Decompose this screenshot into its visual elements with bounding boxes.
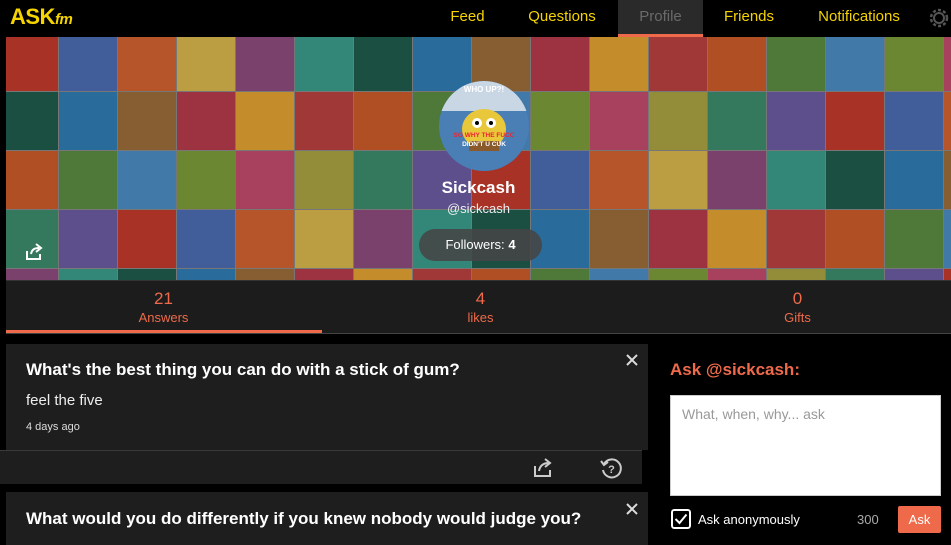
nav-feed[interactable]: Feed xyxy=(435,0,500,37)
avatar-text-mid: SO WHY THE FUCC xyxy=(454,132,515,139)
nav-notifications[interactable]: Notifications xyxy=(805,0,913,37)
stat-gifts-value: 0 xyxy=(792,289,803,308)
ask-button[interactable]: Ask xyxy=(898,506,941,533)
nav-friends[interactable]: Friends xyxy=(713,0,785,37)
profile-cover: WHO UP?! SO WHY THE FUCC DIDN'T U CUK Si… xyxy=(6,37,951,280)
answer-text: feel the five xyxy=(26,392,103,409)
followers-label: Followers: xyxy=(445,237,505,252)
avatar-text-low: DIDN'T U CUK xyxy=(462,141,506,148)
stat-answers-label: Answers xyxy=(138,310,189,325)
char-counter: 300 xyxy=(857,512,879,527)
followers-pill[interactable]: Followers: 4 xyxy=(419,229,542,261)
profile-stats: 21 Answers 4 likes 0 Gifts xyxy=(6,280,951,334)
reask-icon[interactable]: ? xyxy=(599,456,623,480)
avatar-text-top: WHO UP?! xyxy=(464,85,504,94)
stat-gifts[interactable]: 0 Gifts xyxy=(640,281,951,333)
logo-sub: fm xyxy=(54,11,73,28)
svg-text:?: ? xyxy=(608,464,615,476)
question-text[interactable]: What would you do differently if you kne… xyxy=(26,509,581,529)
avatar[interactable]: WHO UP?! SO WHY THE FUCC DIDN'T U CUK xyxy=(439,81,529,171)
profile-handle: @sickcash xyxy=(446,201,511,216)
nav-questions[interactable]: Questions xyxy=(517,0,607,37)
selected-stat-underline xyxy=(6,330,322,333)
askfm-logo[interactable]: ASKfm xyxy=(10,4,73,30)
question-card-actions: ? xyxy=(0,450,642,484)
avatar-image: WHO UP?! SO WHY THE FUCC DIDN'T U CUK xyxy=(439,81,529,171)
question-card: What would you do differently if you kne… xyxy=(6,492,648,545)
anonymous-checkbox[interactable] xyxy=(671,509,691,529)
stat-likes-value: 4 xyxy=(475,289,486,308)
top-nav-bar: ASKfm Feed Questions Profile Friends Not… xyxy=(0,0,951,37)
stat-answers[interactable]: 21 Answers xyxy=(6,281,321,333)
nav-profile[interactable]: Profile xyxy=(618,0,703,37)
stat-gifts-label: Gifts xyxy=(784,310,811,325)
question-text[interactable]: What's the best thing you can do with a … xyxy=(26,360,460,380)
followers-count: 4 xyxy=(508,237,516,252)
ask-title: Ask @sickcash: xyxy=(670,360,800,379)
profile-name: Sickcash xyxy=(441,178,516,197)
answer-time[interactable]: 4 days ago xyxy=(26,421,80,433)
stat-likes-label: likes xyxy=(467,310,494,325)
ask-question-input[interactable] xyxy=(670,395,941,496)
share-icon[interactable] xyxy=(531,456,555,480)
close-icon[interactable] xyxy=(625,502,639,516)
anonymous-label[interactable]: Ask anonymously xyxy=(698,512,800,527)
stat-likes[interactable]: 4 likes xyxy=(323,281,638,333)
close-icon[interactable] xyxy=(625,353,639,367)
share-icon[interactable] xyxy=(24,242,44,262)
logo-main: ASK xyxy=(10,4,55,29)
question-card: What's the best thing you can do with a … xyxy=(6,344,648,450)
stat-answers-value: 21 xyxy=(154,289,173,308)
gear-icon[interactable] xyxy=(926,5,951,31)
